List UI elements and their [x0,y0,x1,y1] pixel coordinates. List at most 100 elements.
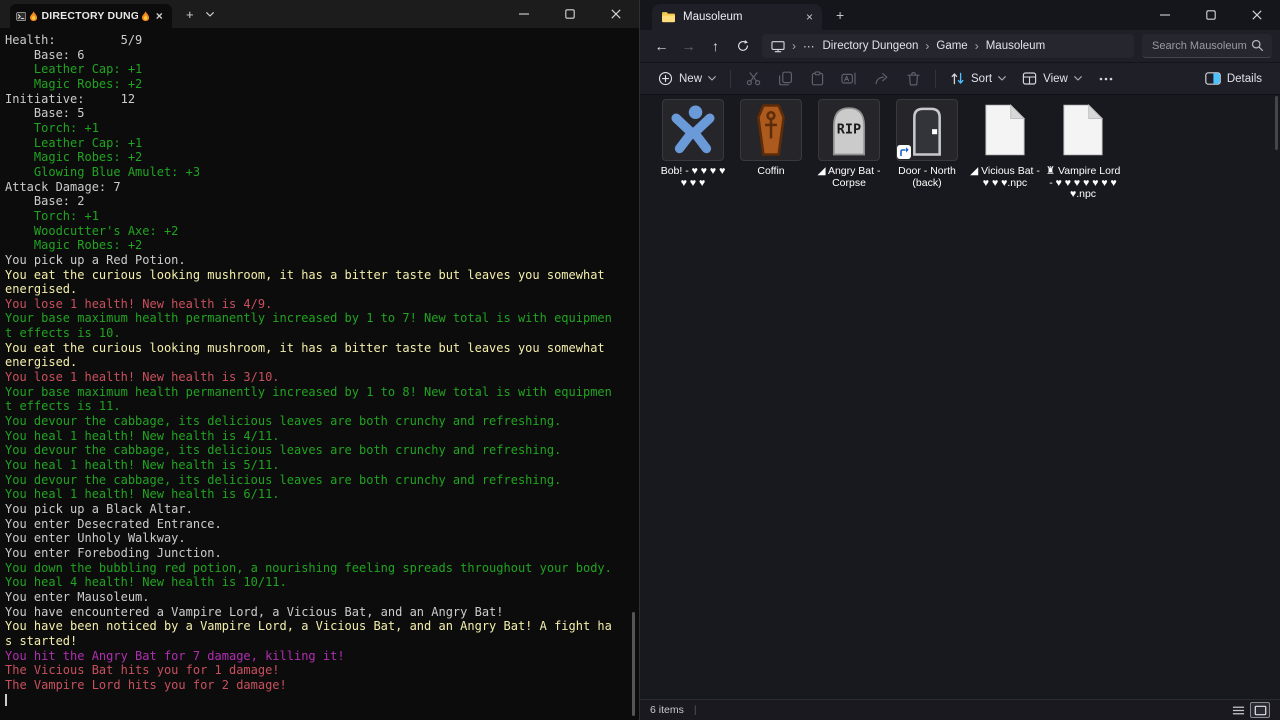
terminal-line: Base: 6 [5,48,627,63]
explorer-scrollbar-thumb[interactable] [1275,96,1278,150]
explorer-tab[interactable]: Mausoleum × [652,4,822,30]
terminal-tab-close-icon[interactable]: × [153,9,166,23]
terminal-maximize-button[interactable] [547,0,593,28]
sort-button[interactable]: Sort [942,66,1014,92]
terminal-minimize-button[interactable] [501,0,547,28]
file-grid: Bob! - ♥ ♥ ♥ ♥ ♥ ♥ ♥ Coffin ◢ Angry Bat … [640,94,1280,700]
explorer-window: Mausoleum × + ← → ↑ › ⋯ Directory Dungeo… [640,0,1280,720]
terminal-line: You enter Unholy Walkway. [5,531,627,546]
terminal-line: You heal 1 health! New health is 4/11. [5,429,627,444]
terminal-tab-title: DIRECTORY DUNGEON [41,10,137,22]
terminal-line: You devour the cabbage, its delicious le… [5,473,627,488]
file-thumbnail [740,99,802,161]
thumbnail-view-icon [1254,705,1267,716]
forward-button[interactable]: → [675,33,702,59]
terminal-line: s started! [5,634,627,649]
rename-button[interactable] [833,66,865,92]
terminal-line: Initiative: 12 [5,92,627,107]
search-box[interactable] [1142,34,1272,58]
share-icon [874,71,889,86]
file-label: ◢ Angry Bat - Corpse [818,166,881,189]
copy-button[interactable] [769,66,801,92]
terminal-scrollbar-thumb[interactable] [632,612,635,716]
terminal-scrollbar[interactable] [627,28,639,720]
file-item-angry-bat-corpse[interactable]: ◢ Angry Bat - Corpse [810,99,888,201]
list-view-toggle[interactable] [1228,702,1248,718]
breadcrumb-item-directory-dungeon[interactable]: Directory Dungeon [823,40,919,52]
file-label: ◢ Vicious Bat - ♥ ♥ ♥.npc [970,166,1040,189]
delete-button[interactable] [897,66,929,92]
ellipsis-icon [1099,77,1113,81]
terminal-line: The Vicious Bat hits you for 1 damage! [5,663,627,678]
terminal-line: You devour the cabbage, its delicious le… [5,443,627,458]
file-item-vicious-bat-npc[interactable]: ◢ Vicious Bat - ♥ ♥ ♥.npc [966,99,1044,201]
file-label: ♜ Vampire Lord - ♥ ♥ ♥ ♥ ♥ ♥ ♥ ♥.npc [1046,166,1121,201]
terminal-line: Magic Robes: +2 [5,238,627,253]
explorer-tab-title: Mausoleum [683,11,742,23]
chevron-down-icon [998,76,1006,81]
explorer-close-button[interactable] [1234,0,1280,30]
terminal-close-button[interactable] [593,0,639,28]
explorer-navbar: ← → ↑ › ⋯ Directory Dungeon › Game › Mau… [640,30,1280,62]
file-item-vampire-lord-npc[interactable]: ♜ Vampire Lord - ♥ ♥ ♥ ♥ ♥ ♥ ♥ ♥.npc [1044,99,1122,201]
search-icon [1251,39,1264,52]
paste-icon [810,71,825,86]
refresh-button[interactable] [729,33,756,59]
folder-icon [661,11,676,23]
rename-icon [841,71,857,86]
terminal-line: You eat the curious looking mushroom, it… [5,341,627,356]
flame-icon [142,10,149,22]
terminal-output[interactable]: Health: 5/9 Base: 6 Leather Cap: +1 Magi… [0,28,627,720]
explorer-minimize-button[interactable] [1142,0,1188,30]
breadcrumb-chevron-icon: › [975,39,979,53]
terminal-line: You enter Mausoleum. [5,590,627,605]
cut-button[interactable] [737,66,769,92]
share-button[interactable] [865,66,897,92]
breadcrumb-item-game[interactable]: Game [936,40,967,52]
desktop: DIRECTORY DUNGEON × + Health: 5/9 Base: … [0,0,1280,720]
breadcrumb-item-mausoleum[interactable]: Mausoleum [986,40,1045,52]
view-button-label: View [1043,73,1068,85]
details-button[interactable]: Details [1197,66,1270,92]
breadcrumb[interactable]: › ⋯ Directory Dungeon › Game › Mausoleum [762,34,1134,58]
explorer-new-tab-button[interactable]: + [836,7,844,23]
terminal-line: You pick up a Black Altar. [5,502,627,517]
terminal-line: Torch: +1 [5,209,627,224]
new-button[interactable]: New [650,66,724,92]
up-button[interactable]: ↑ [702,33,729,59]
terminal-window: DIRECTORY DUNGEON × + Health: 5/9 Base: … [0,0,640,720]
terminal-titlebar: DIRECTORY DUNGEON × + [0,0,639,28]
terminal-line: You enter Desecrated Entrance. [5,517,627,532]
explorer-tab-close-icon[interactable]: × [806,10,813,24]
terminal-line: energised. [5,282,627,297]
copy-icon [778,71,793,86]
paste-button[interactable] [801,66,833,92]
terminal-tab[interactable]: DIRECTORY DUNGEON × [10,4,172,28]
explorer-titlebar: Mausoleum × + [640,0,1280,30]
file-item-door-north[interactable]: Door - North (back) [888,99,966,201]
terminal-tab-dropdown-icon[interactable] [206,9,214,19]
view-icon [1022,71,1037,86]
explorer-maximize-button[interactable] [1188,0,1234,30]
file-thumbnail [662,99,724,161]
search-input[interactable] [1150,39,1251,53]
terminal-cursor [5,694,7,706]
file-thumbnail [896,99,958,161]
terminal-new-tab-button[interactable]: + [186,7,194,22]
file-item-coffin[interactable]: Coffin [732,99,810,201]
sort-arrows-icon [950,71,965,86]
file-item-bob[interactable]: Bob! - ♥ ♥ ♥ ♥ ♥ ♥ ♥ [654,99,732,201]
view-button[interactable]: View [1014,66,1090,92]
terminal-line: You have been noticed by a Vampire Lord,… [5,619,627,634]
back-button[interactable]: ← [648,33,675,59]
thumbnail-view-toggle[interactable] [1250,702,1270,718]
more-options-button[interactable] [1090,66,1122,92]
terminal-line: Your base maximum health permanently inc… [5,385,627,400]
terminal-line: Leather Cap: +1 [5,62,627,77]
flame-icon [30,10,37,22]
new-button-label: New [679,73,702,85]
terminal-line: You lose 1 health! New health is 4/9. [5,297,627,312]
chevron-down-icon [1074,76,1082,81]
coffin-icon [744,103,798,157]
breadcrumb-ellipsis[interactable]: ⋯ [803,39,816,53]
